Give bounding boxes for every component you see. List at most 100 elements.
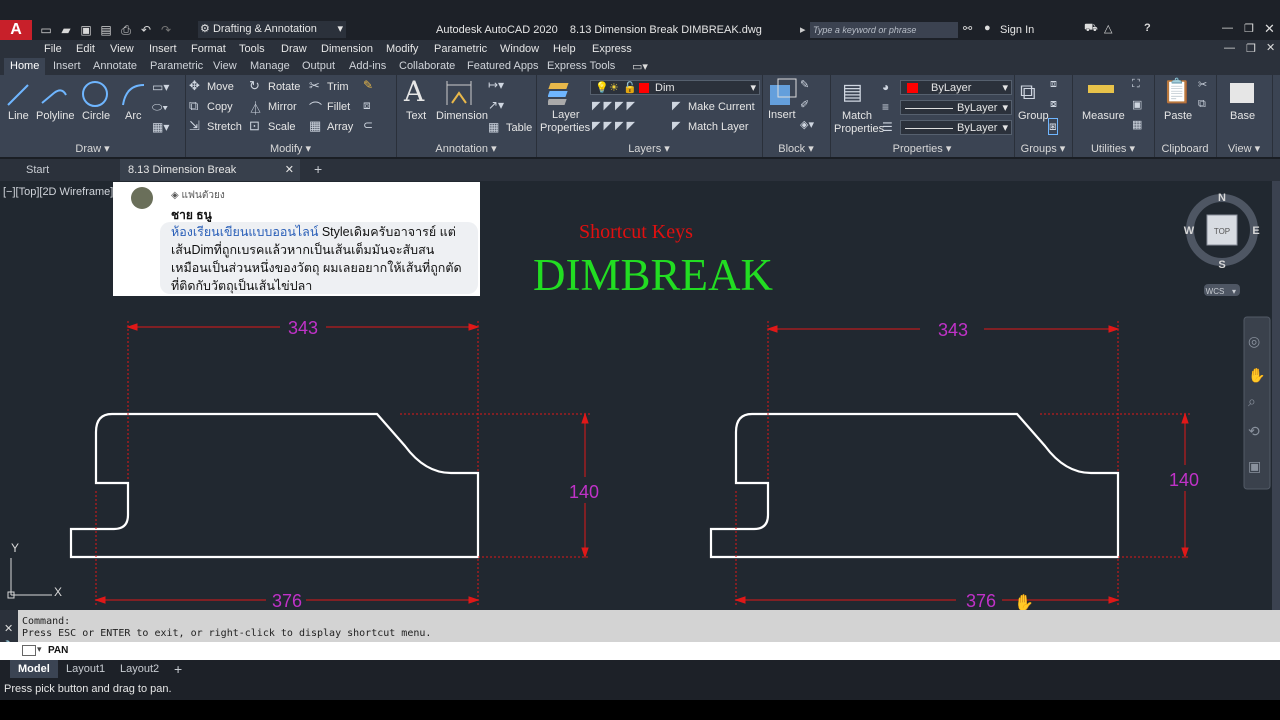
modify-panel-title[interactable]: Modify ▾ bbox=[185, 142, 396, 155]
part-outline-left[interactable] bbox=[69, 412, 480, 559]
color-dropdown[interactable]: ByLayer ▾ bbox=[900, 80, 1012, 95]
save-as-icon[interactable]: ▤ bbox=[98, 22, 114, 38]
circle-button-label[interactable]: Circle bbox=[82, 110, 110, 122]
clipboard-panel-title[interactable]: Clipboard bbox=[1154, 143, 1216, 155]
match-layer-icon[interactable]: ◤ bbox=[672, 119, 680, 132]
tab-active-drawing[interactable]: 8.13 Dimension Break DIMBREAK*✕ bbox=[120, 159, 300, 198]
tab-parametric[interactable]: Parametric bbox=[150, 60, 203, 72]
edit-attributes-icon[interactable]: ◈▾ bbox=[800, 118, 814, 131]
cut-icon[interactable]: ✂ bbox=[1198, 78, 1207, 91]
open-icon[interactable]: ▰ bbox=[58, 22, 74, 38]
minimize-icon[interactable]: — bbox=[1222, 22, 1233, 34]
steering-wheel-icon[interactable]: ◎ bbox=[1248, 333, 1260, 349]
wcs-menu[interactable]: WCS bbox=[1206, 287, 1225, 296]
dimension-icon[interactable] bbox=[444, 79, 474, 107]
table-button[interactable]: Table bbox=[506, 122, 532, 134]
calculator-icon[interactable]: ▦ bbox=[1132, 118, 1142, 131]
lineweight-dropdown[interactable]: ByLayer ▾ bbox=[900, 120, 1012, 135]
copy-clip-icon[interactable]: ⧉ bbox=[1198, 98, 1206, 111]
measure-icon[interactable] bbox=[1088, 85, 1114, 93]
new-icon[interactable]: ▭ bbox=[38, 22, 54, 38]
make-current-button[interactable]: Make Current bbox=[688, 101, 755, 113]
group-select-icon[interactable]: ⧆ bbox=[1048, 118, 1058, 135]
text-icon[interactable]: A bbox=[404, 75, 424, 108]
properties-panel-title[interactable]: Properties ▾ bbox=[830, 142, 1014, 155]
doc-restore-icon[interactable]: ❐ bbox=[1246, 42, 1256, 55]
menu-parametric[interactable]: Parametric bbox=[434, 43, 487, 55]
tab-add-ins[interactable]: Add-ins bbox=[349, 60, 386, 72]
rectangle-icon[interactable]: ▭▾ bbox=[152, 80, 169, 94]
print-icon[interactable]: ⎙ bbox=[118, 22, 134, 38]
menu-edit[interactable]: Edit bbox=[76, 43, 95, 55]
leader-icon[interactable]: ↦▾ bbox=[488, 78, 504, 92]
move-icon[interactable]: ✥ bbox=[189, 78, 200, 94]
add-layout-icon[interactable]: + bbox=[166, 660, 190, 678]
menu-view[interactable]: View bbox=[110, 43, 134, 55]
ungroup-icon[interactable]: ⧈ bbox=[1050, 78, 1057, 91]
trim-button[interactable]: Trim bbox=[327, 81, 349, 93]
line-button-label[interactable]: Line bbox=[8, 110, 29, 122]
layer-properties-label-1[interactable]: Layer bbox=[552, 109, 580, 121]
tab-model[interactable]: Model bbox=[10, 660, 58, 678]
tab-collaborate[interactable]: Collaborate bbox=[399, 60, 455, 72]
fillet-icon[interactable]: ⌒ bbox=[309, 98, 322, 117]
paste-button[interactable]: Paste bbox=[1164, 110, 1192, 122]
menu-file[interactable]: File bbox=[44, 43, 62, 55]
menu-tools[interactable]: Tools bbox=[239, 43, 265, 55]
menu-window[interactable]: Window bbox=[500, 43, 539, 55]
layer-properties-icon[interactable] bbox=[548, 79, 576, 107]
zoom-icon[interactable]: ⌕ bbox=[1248, 393, 1256, 409]
close-command-line-icon[interactable]: ✕ bbox=[4, 622, 13, 635]
text-button[interactable]: Text bbox=[406, 110, 426, 122]
save-icon[interactable]: ▣ bbox=[78, 22, 94, 38]
polyline-button-label[interactable]: Polyline bbox=[36, 110, 75, 122]
tab-express-tools[interactable]: Express Tools bbox=[547, 60, 615, 72]
cart-icon[interactable]: ⛟ bbox=[1084, 22, 1098, 36]
mirror-button[interactable]: Mirror bbox=[268, 101, 297, 113]
trim-icon[interactable]: ✂ bbox=[309, 78, 320, 94]
table-icon[interactable]: ▦ bbox=[488, 120, 499, 134]
doc-minimize-icon[interactable]: — bbox=[1224, 42, 1235, 54]
drawing-left[interactable]: 343 140 376 bbox=[69, 318, 599, 610]
base-button[interactable]: Base bbox=[1230, 110, 1255, 122]
doc-close-icon[interactable]: ✕ bbox=[1266, 41, 1275, 54]
menu-format[interactable]: Format bbox=[191, 43, 226, 55]
stretch-icon[interactable]: ⇲ bbox=[189, 118, 200, 134]
viewcube-west[interactable]: W bbox=[1184, 225, 1195, 237]
group-icon[interactable]: ⧉ bbox=[1020, 79, 1036, 105]
hatch-icon[interactable]: ▦▾ bbox=[152, 120, 169, 134]
annotation-panel-title[interactable]: Annotation ▾ bbox=[396, 142, 536, 155]
insert-button[interactable]: Insert bbox=[768, 109, 796, 121]
command-prompt-icon[interactable] bbox=[22, 645, 36, 656]
autocad-logo-icon[interactable]: A bbox=[0, 20, 32, 40]
binoculars-icon[interactable]: ⚯ bbox=[963, 22, 972, 35]
tab-layout2[interactable]: Layout2 bbox=[112, 660, 167, 678]
workspace-dropdown[interactable]: ⚙ Drafting & Annotation ▾ bbox=[198, 21, 346, 38]
move-button[interactable]: Move bbox=[207, 81, 234, 93]
edit-block-icon[interactable]: ✐ bbox=[800, 98, 809, 111]
scale-button[interactable]: Scale bbox=[268, 121, 296, 133]
view-panel-title[interactable]: View ▾ bbox=[1216, 142, 1272, 155]
arc-button-label[interactable]: Arc bbox=[125, 110, 142, 122]
groups-panel-title[interactable]: Groups ▾ bbox=[1014, 142, 1072, 155]
base-view-icon[interactable] bbox=[1230, 83, 1254, 103]
help-icon[interactable]: ? bbox=[1144, 22, 1151, 34]
menu-dimension[interactable]: Dimension bbox=[321, 43, 373, 55]
match-properties-label-1[interactable]: Match bbox=[842, 110, 872, 122]
layer-properties-label-2[interactable]: Properties bbox=[540, 122, 590, 134]
make-current-icon[interactable]: ◤ bbox=[672, 99, 680, 112]
explode-icon[interactable]: ⧈ bbox=[363, 98, 371, 113]
draw-panel-title[interactable]: Draw ▾ bbox=[0, 142, 185, 155]
tab-view[interactable]: View bbox=[213, 60, 237, 72]
erase-icon[interactable]: ✎ bbox=[363, 78, 373, 92]
undo-icon[interactable]: ↶ bbox=[138, 22, 154, 38]
tab-start[interactable]: Start bbox=[0, 159, 120, 181]
linetype-dropdown[interactable]: ByLayer ▾ bbox=[900, 100, 1012, 115]
menu-help[interactable]: Help bbox=[553, 43, 576, 55]
restore-icon[interactable]: ❐ bbox=[1244, 22, 1254, 35]
offset-icon[interactable]: ⊂ bbox=[363, 118, 373, 132]
sign-in-button[interactable]: Sign In bbox=[1000, 24, 1034, 36]
array-button[interactable]: Array bbox=[327, 121, 353, 133]
ellipse-icon[interactable]: ⬭▾ bbox=[152, 100, 168, 115]
tab-output[interactable]: Output bbox=[302, 60, 335, 72]
